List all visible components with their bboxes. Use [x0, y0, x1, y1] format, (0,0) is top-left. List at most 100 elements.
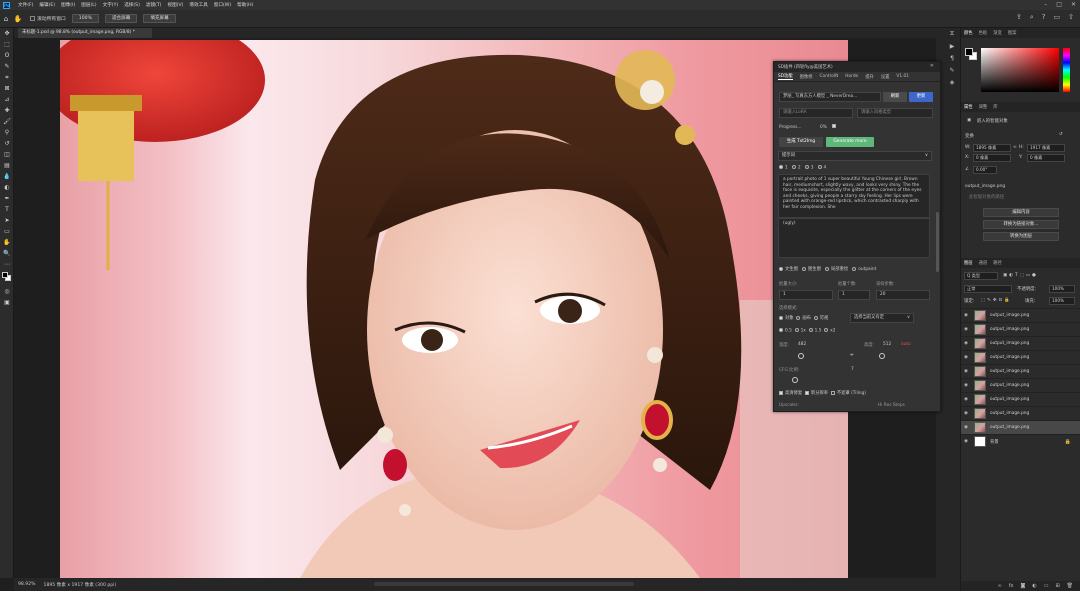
close-icon[interactable]: ✕: [1071, 1, 1076, 8]
quick-select-tool-icon[interactable]: ✎: [0, 61, 14, 72]
color-swatches[interactable]: [0, 272, 13, 286]
zoom-level[interactable]: 98.92%: [18, 582, 36, 587]
plugin-panel-icon[interactable]: ◈: [944, 76, 960, 88]
selection-dropdown[interactable]: 选择当前又有定 ∨: [850, 313, 914, 323]
fill-field[interactable]: 100%: [1049, 297, 1075, 305]
width-slider-knob[interactable]: [798, 353, 804, 359]
menu-select[interactable]: 选择(S): [121, 2, 143, 8]
lock-icons[interactable]: ⬚✎✥⊡🔒: [981, 298, 1012, 303]
menu-image[interactable]: 图像(I): [58, 2, 78, 8]
move-tool-icon[interactable]: ✥: [0, 28, 14, 39]
hue-slider[interactable]: [1063, 48, 1070, 92]
radio-visible[interactable]: [813, 315, 818, 320]
style-input[interactable]: 请输入风格类型: [857, 108, 933, 118]
marquee-tool-icon[interactable]: ⬚: [0, 39, 14, 50]
layer-row[interactable]: ◉ output_image.png: [961, 406, 1080, 420]
actions-panel-icon[interactable]: ▶: [944, 40, 960, 52]
tab-enhance[interactable]: 提升: [865, 74, 874, 80]
tab-paths[interactable]: 路径: [993, 260, 1002, 266]
edit-contents-button[interactable]: 编辑内容: [983, 208, 1059, 217]
fill-screen-button[interactable]: 填充屏幕: [143, 14, 176, 23]
reset-icon[interactable]: ↺: [1059, 132, 1063, 137]
generate-txt2img-button[interactable]: 生成 Txt2Img: [779, 137, 823, 147]
model-select[interactable]: 梦丽_ 写真东方人模型 _ NeverDrea...: [779, 92, 881, 102]
auto-link[interactable]: auto: [901, 342, 911, 347]
scroll-all-windows-checkbox[interactable]: 滚动所有窗口: [30, 15, 66, 22]
menu-help[interactable]: 帮助(H): [234, 2, 256, 8]
radio-x2[interactable]: [824, 328, 829, 332]
negative-prompt-textarea[interactable]: (ugly): [778, 218, 930, 258]
maximize-icon[interactable]: □: [1056, 1, 1062, 8]
update-button[interactable]: 更新: [909, 92, 933, 102]
checkbox-hires[interactable]: [779, 390, 783, 395]
prompt-textarea[interactable]: a portrait photo of 1 super beautiful Yo…: [778, 174, 930, 218]
tab-channels[interactable]: 通道: [979, 260, 988, 266]
tab-color[interactable]: 颜色: [964, 30, 973, 36]
history-panel-icon[interactable]: ⧖: [944, 28, 960, 40]
trash-icon[interactable]: 🗑: [1067, 583, 1073, 589]
pen-tool-icon[interactable]: ✒: [0, 193, 14, 204]
help-icon[interactable]: ?: [1042, 13, 1046, 22]
type-tool-icon[interactable]: T: [0, 204, 14, 215]
layer-row[interactable]: ◉ output_image.png: [961, 336, 1080, 350]
sd-panel-scrollbar[interactable]: [936, 212, 939, 272]
height-field[interactable]: 1917 像素: [1027, 144, 1065, 152]
blur-tool-icon[interactable]: 💧: [0, 171, 14, 182]
workspace-icon[interactable]: ▭: [1054, 13, 1061, 22]
more-tools-icon[interactable]: ⋯: [0, 259, 14, 270]
zoom-100-button[interactable]: 100%: [71, 14, 99, 23]
tab-libraries[interactable]: 库: [993, 104, 997, 110]
width-field[interactable]: 1895 像素: [973, 144, 1011, 152]
fx-icon[interactable]: fx: [1009, 583, 1014, 589]
screen-mode-icon[interactable]: ▣: [0, 297, 14, 308]
prompt-header[interactable]: 提示词 ∨: [778, 151, 932, 161]
radio-canvas[interactable]: [796, 315, 801, 320]
mask-icon[interactable]: ◙: [1020, 583, 1025, 589]
radio-outpaint[interactable]: [852, 266, 857, 271]
eye-icon[interactable]: ◉: [961, 313, 971, 318]
radio-1[interactable]: [779, 165, 783, 169]
tab-settings[interactable]: 设置: [881, 74, 890, 80]
menu-view[interactable]: 视图(V): [164, 2, 186, 8]
close-icon[interactable]: ✕: [930, 63, 934, 69]
radio-3[interactable]: [804, 165, 809, 169]
layer-row[interactable]: ◉ output_image.png: [961, 392, 1080, 406]
swap-size-icon[interactable]: ⇹: [850, 353, 854, 358]
eye-icon[interactable]: ◉: [961, 439, 971, 444]
layer-row[interactable]: ◉ output_image.png: [961, 322, 1080, 336]
fit-screen-button[interactable]: 适合屏幕: [104, 14, 138, 23]
menu-file[interactable]: 文件(F): [15, 2, 36, 8]
frame-tool-icon[interactable]: ⊠: [0, 83, 14, 94]
radio-2[interactable]: [791, 165, 796, 169]
stamp-tool-icon[interactable]: ⚲: [0, 127, 14, 138]
layer-row[interactable]: ◉ output_image.png: [961, 378, 1080, 392]
radio-1x[interactable]: [794, 328, 799, 332]
new-layer-icon[interactable]: ⊞: [1055, 583, 1059, 589]
eye-icon[interactable]: ◉: [961, 355, 971, 360]
tab-properties[interactable]: 属性: [964, 104, 973, 110]
tab-image-edit[interactable]: 图像修: [800, 74, 813, 80]
menu-plugins[interactable]: 增效工具: [186, 2, 210, 8]
tab-sd-functions[interactable]: SD功能: [778, 73, 793, 80]
menu-type[interactable]: 文字(Y): [100, 2, 122, 8]
adjustment-icon[interactable]: ◐: [1032, 583, 1036, 589]
share-icon[interactable]: ⇪: [1016, 13, 1022, 22]
radio-1.5[interactable]: [808, 328, 813, 332]
opacity-field[interactable]: 100%: [1049, 285, 1075, 293]
cfg-slider-knob[interactable]: [792, 377, 798, 383]
menu-layer[interactable]: 图层(L): [78, 2, 99, 8]
tab-patterns[interactable]: 图案: [1008, 30, 1017, 36]
radio-inpaint[interactable]: [825, 266, 829, 271]
eye-icon[interactable]: ◉: [961, 411, 971, 416]
color-picker-field[interactable]: [981, 48, 1059, 92]
eye-icon[interactable]: ◉: [961, 369, 971, 374]
checkbox-new-res[interactable]: [804, 390, 809, 395]
layer-row[interactable]: ◉ output_image.png: [961, 308, 1080, 322]
eye-icon[interactable]: ◉: [961, 425, 971, 430]
quick-mask-icon[interactable]: ◎: [0, 286, 14, 297]
chevron-down-icon[interactable]: ∨: [925, 152, 928, 160]
gradient-tool-icon[interactable]: ▤: [0, 160, 14, 171]
path-select-tool-icon[interactable]: ➤: [0, 215, 14, 226]
home-icon[interactable]: ⌂: [0, 13, 12, 25]
link-icon[interactable]: ∞: [1013, 145, 1017, 150]
